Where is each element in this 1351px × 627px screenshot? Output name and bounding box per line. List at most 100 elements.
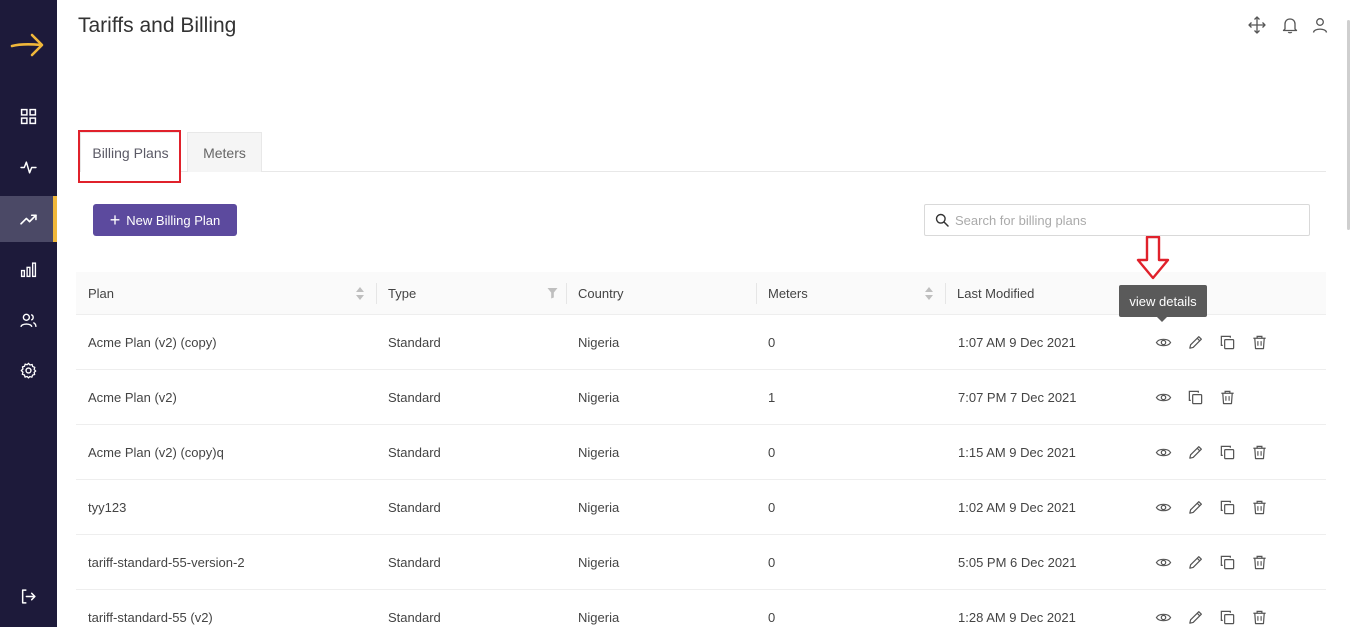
cell-type: Standard xyxy=(388,335,441,350)
edit-pencil-icon[interactable] xyxy=(1186,554,1204,572)
highlight-box xyxy=(78,130,181,183)
cell-country: Nigeria xyxy=(578,445,620,460)
sidebar-item-logout[interactable] xyxy=(0,573,57,619)
table-row[interactable]: tariff-standard-55-version-2 Standard Nige… xyxy=(76,535,1326,590)
view-details-eye-icon[interactable] xyxy=(1154,554,1172,572)
cell-plan: Acme Plan (v2) (copy)q xyxy=(88,445,224,460)
cell-type: Standard xyxy=(388,610,441,625)
edit-pencil-icon[interactable] xyxy=(1186,444,1204,462)
row-actions xyxy=(1154,425,1282,480)
sidebar-item-users[interactable] xyxy=(0,297,57,343)
column-header-type[interactable]: Type xyxy=(376,272,566,315)
user-profile-icon[interactable] xyxy=(1311,16,1329,34)
row-actions xyxy=(1154,315,1282,370)
table-row[interactable]: tariff-standard-55 (v2) Standard Nigeria 0 1… xyxy=(76,590,1326,627)
edit-pencil-icon[interactable] xyxy=(1186,499,1204,517)
duplicate-copy-icon[interactable] xyxy=(1218,554,1236,572)
sidebar-item-settings[interactable] xyxy=(0,347,57,393)
cell-meters: 0 xyxy=(768,610,776,625)
duplicate-copy-icon[interactable] xyxy=(1218,334,1236,352)
row-actions xyxy=(1154,370,1250,425)
column-header-plan[interactable]: Plan xyxy=(76,272,376,315)
logo-arrow-icon[interactable] xyxy=(10,30,46,60)
filter-icon[interactable] xyxy=(547,287,558,299)
duplicate-copy-icon[interactable] xyxy=(1218,609,1236,627)
cell-last-modified: 1:28 AM 9 Dec 2021 xyxy=(958,610,1076,625)
cell-country: Nigeria xyxy=(578,500,620,515)
cell-last-modified: 1:02 AM 9 Dec 2021 xyxy=(958,500,1076,515)
sort-icon[interactable] xyxy=(924,286,934,301)
table-row[interactable]: Acme Plan (v2) Standard Nigeria 1 7:07 PM 7 … xyxy=(76,370,1326,425)
cell-last-modified: 7:07 PM 7 Dec 2021 xyxy=(958,390,1077,405)
table-row[interactable]: Acme Plan (v2) (copy) Standard Nigeria 0 1:0… xyxy=(76,315,1326,370)
sidebar-item-activity[interactable] xyxy=(0,144,57,190)
delete-trash-icon[interactable] xyxy=(1250,609,1268,627)
plus-icon: + xyxy=(109,210,121,230)
sidebar-item-reports[interactable] xyxy=(0,246,57,292)
column-header-country: Country xyxy=(566,272,756,315)
page-title: Tariffs and Billing xyxy=(78,14,237,37)
logout-icon xyxy=(21,588,36,604)
cell-type: Standard xyxy=(388,555,441,570)
row-actions xyxy=(1154,535,1282,590)
row-actions xyxy=(1154,590,1282,627)
scrollbar[interactable] xyxy=(1347,0,1351,627)
cell-plan: tariff-standard-55 (v2) xyxy=(88,610,213,625)
duplicate-copy-icon[interactable] xyxy=(1186,389,1204,407)
bell-icon[interactable] xyxy=(1281,16,1299,34)
cell-plan: Acme Plan (v2) (copy) xyxy=(88,335,217,350)
view-details-eye-icon[interactable] xyxy=(1154,334,1172,352)
table-row[interactable]: Acme Plan (v2) (copy)q Standard Nigeria 0 1:… xyxy=(76,425,1326,480)
cell-meters: 0 xyxy=(768,555,776,570)
cell-plan: tariff-standard-55-version-2 xyxy=(88,555,245,570)
table-row[interactable]: tyy123 Standard Nigeria 0 1:02 AM 9 Dec 2021 xyxy=(76,480,1326,535)
delete-trash-icon[interactable] xyxy=(1250,554,1268,572)
view-details-eye-icon[interactable] xyxy=(1154,389,1172,407)
sort-icon[interactable] xyxy=(355,286,365,301)
new-billing-plan-label: New Billing Plan xyxy=(126,212,221,228)
cell-country: Nigeria xyxy=(578,335,620,350)
dashboard-grid-icon xyxy=(20,108,37,124)
cell-country: Nigeria xyxy=(578,610,620,625)
column-label: Country xyxy=(578,286,624,301)
cell-plan: Acme Plan (v2) xyxy=(88,390,177,405)
column-label: Plan xyxy=(88,286,115,301)
duplicate-copy-icon[interactable] xyxy=(1218,444,1236,462)
view-details-eye-icon[interactable] xyxy=(1154,609,1172,627)
view-details-eye-icon[interactable] xyxy=(1154,444,1172,462)
edit-pencil-icon[interactable] xyxy=(1186,609,1204,627)
column-label: Type xyxy=(388,286,417,301)
cell-meters: 0 xyxy=(768,335,776,350)
search-input[interactable] xyxy=(955,212,1295,228)
duplicate-copy-icon[interactable] xyxy=(1218,499,1236,517)
delete-trash-icon[interactable] xyxy=(1250,334,1268,352)
edit-pencil-icon[interactable] xyxy=(1186,334,1204,352)
row-actions xyxy=(1154,480,1282,535)
users-icon xyxy=(20,313,37,327)
tabs-divider xyxy=(78,171,1326,172)
cell-country: Nigeria xyxy=(578,390,620,405)
move-icon[interactable] xyxy=(1248,16,1266,34)
tab-label: Meters xyxy=(203,144,246,161)
delete-trash-icon[interactable] xyxy=(1250,499,1268,517)
cell-meters: 1 xyxy=(768,390,776,405)
bar-chart-icon xyxy=(20,261,37,277)
new-billing-plan-button[interactable]: + New Billing Plan xyxy=(93,204,237,236)
delete-trash-icon[interactable] xyxy=(1250,444,1268,462)
column-label: Last Modified xyxy=(957,286,1035,301)
column-header-last-modified[interactable]: Last Modified xyxy=(945,272,1125,315)
sidebar-item-tariffs[interactable] xyxy=(0,196,57,242)
tab-meters[interactable]: Meters xyxy=(187,132,262,172)
sidebar xyxy=(0,0,57,627)
tooltip: view details xyxy=(1119,285,1207,322)
column-header-meters[interactable]: Meters xyxy=(756,272,946,315)
cell-meters: 0 xyxy=(768,445,776,460)
cell-type: Standard xyxy=(388,445,441,460)
view-details-eye-icon[interactable] xyxy=(1154,499,1172,517)
cell-country: Nigeria xyxy=(578,555,620,570)
delete-trash-icon[interactable] xyxy=(1218,389,1236,407)
sidebar-item-dashboard[interactable] xyxy=(0,93,57,139)
activity-pulse-icon xyxy=(20,160,37,174)
red-arrow-annotation xyxy=(1136,236,1170,280)
cell-last-modified: 1:07 AM 9 Dec 2021 xyxy=(958,335,1076,350)
